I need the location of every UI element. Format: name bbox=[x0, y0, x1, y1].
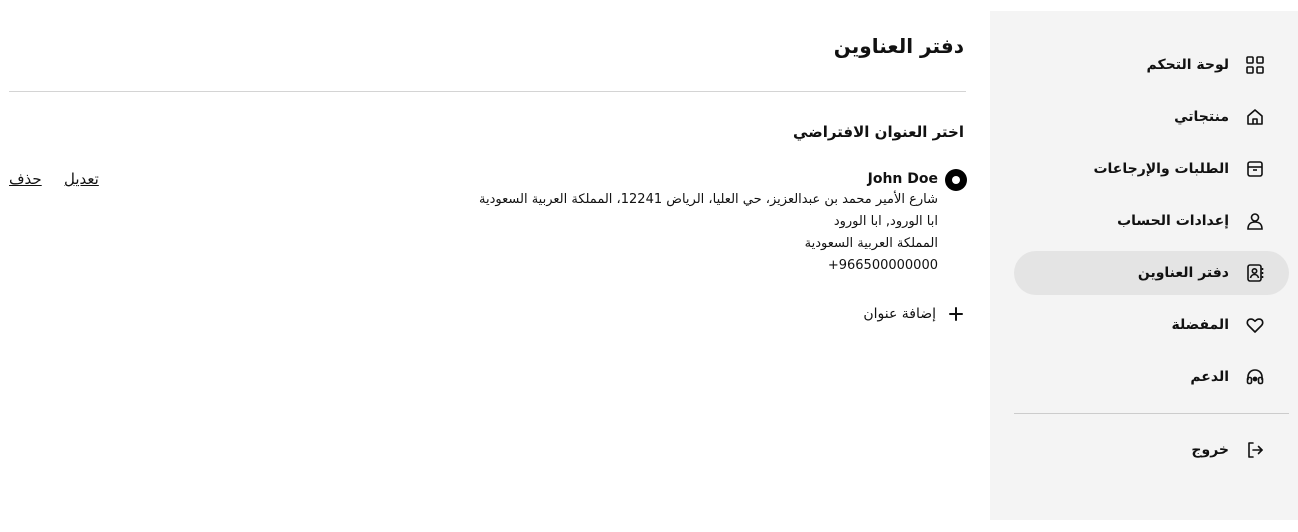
add-address-label: إضافة عنوان bbox=[863, 306, 936, 322]
sidebar: لوحة التحكم منتجاتي الطلبات والإرجاعات إ… bbox=[990, 11, 1298, 520]
sidebar-divider bbox=[1014, 413, 1289, 414]
sidebar-item-label: منتجاتي bbox=[1174, 109, 1229, 125]
logout-label: خروج bbox=[1191, 442, 1229, 458]
sidebar-item-label: المفضلة bbox=[1171, 317, 1229, 333]
sidebar-item-label: الدعم bbox=[1190, 369, 1229, 385]
logout-button[interactable]: خروج bbox=[1014, 428, 1289, 472]
address-phone: +966500000000 bbox=[827, 258, 938, 273]
address-name: John Doe bbox=[867, 171, 938, 187]
edit-address-link[interactable]: تعديل bbox=[64, 169, 99, 189]
page-title: دفتر العناوين bbox=[833, 34, 964, 58]
address-card: John Doe شارع الأمير محمد بن عبدالعزيز، … bbox=[479, 169, 938, 277]
header-divider bbox=[9, 91, 966, 92]
sidebar-item-label: الطلبات والإرجاعات bbox=[1093, 161, 1229, 177]
sidebar-item-account-settings[interactable]: إعدادات الحساب bbox=[1014, 199, 1289, 243]
sidebar-item-support[interactable]: الدعم bbox=[1014, 355, 1289, 399]
plus-icon bbox=[948, 306, 964, 322]
sidebar-item-label: دفتر العناوين bbox=[1137, 265, 1229, 281]
sidebar-item-favorites[interactable]: المفضلة bbox=[1014, 303, 1289, 347]
address-district: ابا الورود, ابا الورود bbox=[833, 214, 938, 229]
add-address-button[interactable]: إضافة عنوان bbox=[863, 302, 964, 326]
home-icon bbox=[1245, 107, 1265, 127]
address-book-icon bbox=[1245, 263, 1265, 283]
delete-address-link[interactable]: حذف bbox=[9, 169, 42, 189]
default-address-radio[interactable] bbox=[945, 169, 967, 191]
user-icon bbox=[1245, 211, 1265, 231]
box-icon bbox=[1245, 159, 1265, 179]
sidebar-item-orders-returns[interactable]: الطلبات والإرجاعات bbox=[1014, 147, 1289, 191]
sidebar-item-address-book[interactable]: دفتر العناوين bbox=[1014, 251, 1289, 295]
address-country: المملكة العربية السعودية bbox=[804, 236, 938, 251]
section-title: اختر العنوان الافتراضي bbox=[793, 123, 964, 141]
sidebar-item-dashboard[interactable]: لوحة التحكم bbox=[1014, 43, 1289, 87]
grid-icon bbox=[1245, 55, 1265, 75]
radio-selected-dot bbox=[952, 176, 960, 184]
address-street: شارع الأمير محمد بن عبدالعزيز، حي العليا… bbox=[479, 192, 938, 207]
heart-icon bbox=[1245, 315, 1265, 335]
sidebar-item-label: إعدادات الحساب bbox=[1117, 213, 1229, 229]
headset-icon bbox=[1245, 367, 1265, 387]
sidebar-item-my-products[interactable]: منتجاتي bbox=[1014, 95, 1289, 139]
logout-icon bbox=[1245, 440, 1265, 460]
sidebar-item-label: لوحة التحكم bbox=[1146, 57, 1229, 73]
